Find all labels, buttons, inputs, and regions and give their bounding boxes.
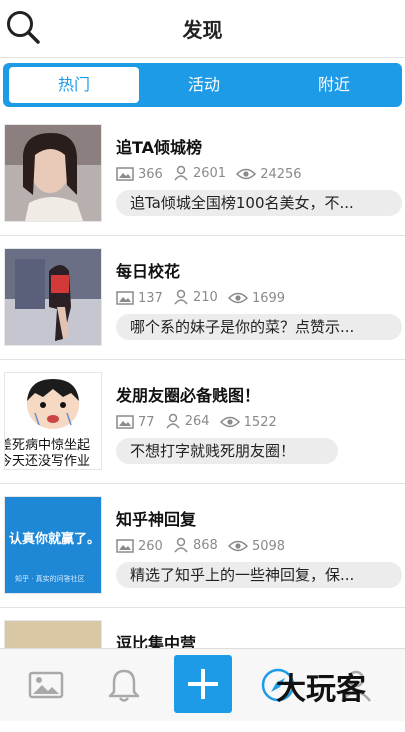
view-count: 24256 xyxy=(260,166,302,182)
view-count: 5098 xyxy=(251,538,286,554)
item-description: 哪个系的妹子是你的菜？点赞示... xyxy=(116,314,402,340)
thumb-caption: 差死病中惊坐起 xyxy=(5,438,90,453)
user-icon xyxy=(166,413,180,429)
add-button[interactable] xyxy=(174,655,232,713)
tab-activity[interactable]: 活动 xyxy=(139,67,269,103)
nav-gallery-button[interactable] xyxy=(26,665,66,705)
watermark-logo: 大玩客 xyxy=(276,672,366,707)
view-count: 1522 xyxy=(243,414,277,430)
item-description: 追Ta倾城全国榜100名美女，不... xyxy=(116,190,402,216)
image-icon xyxy=(116,167,134,181)
list-item[interactable]: 每日校花 137 210 1699 哪个系的妹子是你的菜？点赞示... xyxy=(0,236,405,360)
user-icon xyxy=(174,537,188,553)
tab-nearby[interactable]: 附近 xyxy=(269,67,399,103)
item-title: 发朋友圈必备贱图！ xyxy=(116,386,261,405)
user-count: 210 xyxy=(192,289,218,305)
eye-icon xyxy=(227,540,248,552)
user-icon xyxy=(174,289,188,305)
user-count: 868 xyxy=(192,537,218,553)
list-item[interactable]: 追TA倾城榜 366 2601 24256 追Ta倾城全国榜100名美女，不..… xyxy=(0,112,405,236)
thumb-caption: 知乎 · 真实的问答社区 xyxy=(15,574,85,583)
eye-icon xyxy=(219,416,240,428)
item-stats: 77 264 1522 xyxy=(116,413,283,431)
thumb-caption: 认真你就赢了。 xyxy=(9,531,100,547)
item-stats: 260 868 5098 xyxy=(116,537,291,555)
item-description: 不想打字就贱死朋友圈！ xyxy=(116,438,338,464)
item-stats: 137 210 1699 xyxy=(116,289,291,307)
image-count: 366 xyxy=(138,166,163,182)
image-icon xyxy=(116,415,134,429)
image-icon xyxy=(116,539,134,553)
page-title: 发现 xyxy=(182,18,223,42)
thumb-caption: 今天还没写作业 xyxy=(5,453,90,469)
thumbnail-image xyxy=(4,124,102,222)
tab-hot[interactable]: 热门 xyxy=(9,67,139,103)
view-count: 1699 xyxy=(251,290,286,306)
tab-bar: 热门 活动 附近 xyxy=(3,63,402,107)
item-title: 追TA倾城榜 xyxy=(116,138,203,157)
image-icon xyxy=(116,291,134,305)
top-bar: 发现 xyxy=(0,0,405,58)
nav-notifications-button[interactable] xyxy=(104,665,144,705)
thumbnail-image xyxy=(4,248,102,346)
eye-icon xyxy=(227,292,248,304)
item-title: 知乎神回复 xyxy=(116,510,197,529)
image-count: 137 xyxy=(138,290,163,306)
user-count: 2601 xyxy=(192,165,227,181)
item-description: 精选了知乎上的一些神回复，保... xyxy=(116,562,402,588)
user-icon xyxy=(174,165,188,181)
image-count: 260 xyxy=(138,538,163,554)
user-count: 264 xyxy=(184,413,210,429)
image-count: 77 xyxy=(138,414,155,430)
plus-icon xyxy=(188,669,218,699)
item-title: 每日校花 xyxy=(116,262,181,281)
bell-icon xyxy=(108,669,140,702)
eye-icon xyxy=(236,168,257,180)
list-item[interactable]: 认真你就赢了。 知乎 · 真实的问答社区 知乎神回复 260 868 5098 … xyxy=(0,484,405,608)
thumbnail-image: 差死病中惊坐起 今天还没写作业 xyxy=(4,372,102,470)
item-stats: 366 2601 24256 xyxy=(116,165,308,183)
gallery-icon xyxy=(28,671,64,699)
thumbnail-image: 认真你就赢了。 知乎 · 真实的问答社区 xyxy=(4,496,102,594)
list-item[interactable]: 差死病中惊坐起 今天还没写作业 发朋友圈必备贱图！ 77 264 1522 不想… xyxy=(0,360,405,484)
